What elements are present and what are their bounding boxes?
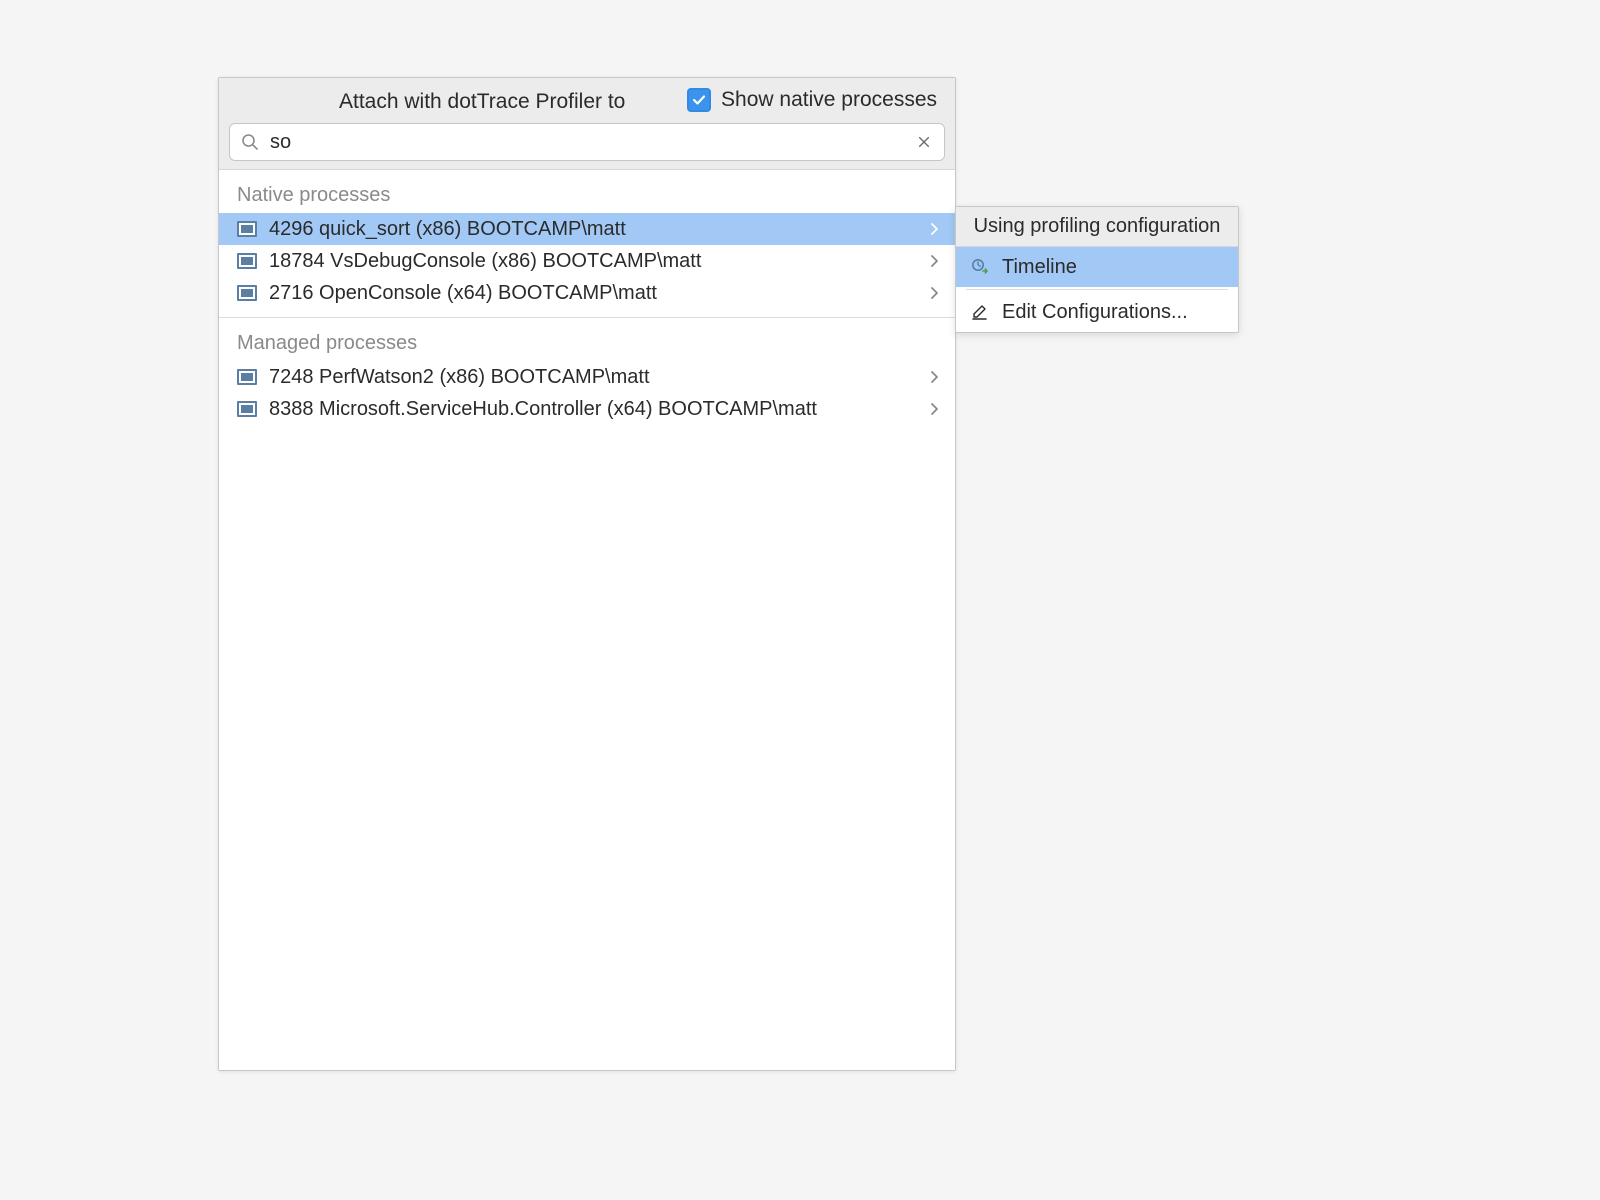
process-label: 4296 quick_sort (x86) BOOTCAMP\matt xyxy=(269,218,917,241)
chevron-right-icon xyxy=(929,223,941,235)
process-row[interactable]: 2716 OpenConsole (x64) BOOTCAMP\matt xyxy=(219,277,955,309)
chevron-right-icon xyxy=(929,287,941,299)
close-icon xyxy=(917,135,931,149)
search-input[interactable] xyxy=(270,131,904,154)
dialog-title: Attach with dotTrace Profiler to xyxy=(339,90,625,114)
submenu-item-edit-configurations[interactable]: Edit Configurations... xyxy=(956,292,1238,332)
chevron-right-icon xyxy=(929,403,941,415)
process-row[interactable]: 7248 PerfWatson2 (x86) BOOTCAMP\matt xyxy=(219,361,955,393)
clear-search-button[interactable] xyxy=(914,132,934,152)
submenu-item-timeline[interactable]: Timeline xyxy=(956,247,1238,287)
show-native-label: Show native processes xyxy=(721,88,937,112)
process-label: 7248 PerfWatson2 (x86) BOOTCAMP\matt xyxy=(269,366,917,389)
submenu-item-label: Edit Configurations... xyxy=(1002,301,1188,324)
attach-profiler-dialog: Attach with dotTrace Profiler to Show na… xyxy=(218,77,956,1071)
process-row[interactable]: 4296 quick_sort (x86) BOOTCAMP\matt xyxy=(219,213,955,245)
dialog-body: Native processes 4296 quick_sort (x86) B… xyxy=(219,170,955,1070)
process-row[interactable]: 8388 Microsoft.ServiceHub.Controller (x6… xyxy=(219,393,955,425)
profiling-config-submenu: Using profiling configuration Timeline E… xyxy=(955,206,1239,333)
chevron-right-icon xyxy=(929,371,941,383)
search-icon xyxy=(240,132,260,152)
checkmark-icon xyxy=(691,92,707,108)
native-processes-header: Native processes xyxy=(219,170,955,213)
search-field[interactable] xyxy=(229,123,945,161)
submenu-item-label: Timeline xyxy=(1002,256,1077,279)
process-icon xyxy=(237,253,257,269)
show-native-checkbox[interactable] xyxy=(687,88,711,112)
dialog-header: Attach with dotTrace Profiler to Show na… xyxy=(219,78,955,170)
process-label: 2716 OpenConsole (x64) BOOTCAMP\matt xyxy=(269,282,917,305)
process-icon xyxy=(237,401,257,417)
process-icon xyxy=(237,285,257,301)
process-icon xyxy=(237,221,257,237)
process-row[interactable]: 18784 VsDebugConsole (x86) BOOTCAMP\matt xyxy=(219,245,955,277)
process-label: 8388 Microsoft.ServiceHub.Controller (x6… xyxy=(269,398,917,421)
process-icon xyxy=(237,369,257,385)
submenu-separator xyxy=(966,289,1228,290)
edit-icon xyxy=(970,302,990,322)
show-native-processes-toggle[interactable]: Show native processes xyxy=(687,88,937,112)
timeline-icon xyxy=(970,257,990,277)
chevron-right-icon xyxy=(929,255,941,267)
process-label: 18784 VsDebugConsole (x86) BOOTCAMP\matt xyxy=(269,250,917,273)
managed-processes-header: Managed processes xyxy=(219,318,955,361)
submenu-header: Using profiling configuration xyxy=(956,207,1238,247)
